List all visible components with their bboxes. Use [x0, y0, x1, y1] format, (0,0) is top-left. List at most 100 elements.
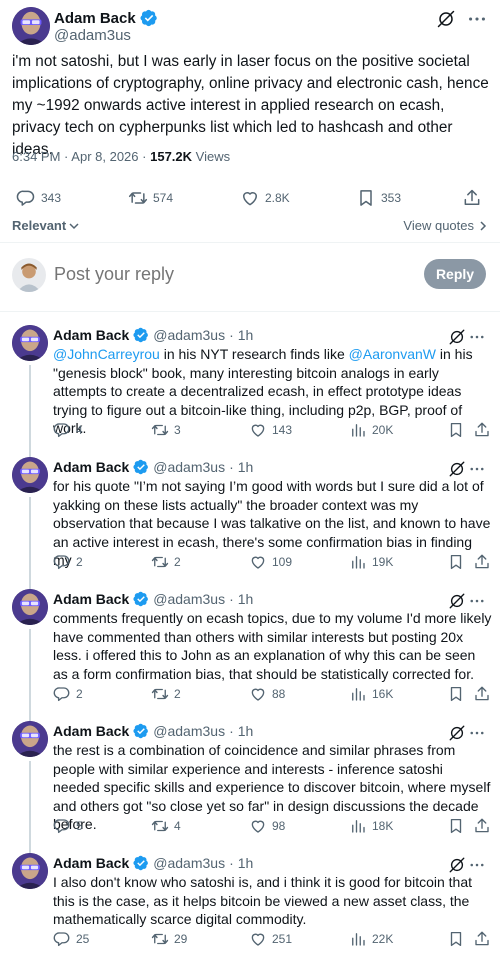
like-button[interactable]: 98	[249, 817, 285, 835]
share-button[interactable]	[473, 685, 491, 703]
verified-badge-icon	[133, 459, 149, 475]
mention-link[interactable]: @AaronvanW	[349, 346, 436, 362]
tweet-date[interactable]: Apr 8, 2026	[71, 149, 138, 164]
more-icon[interactable]	[466, 8, 488, 30]
grok-icon[interactable]	[448, 460, 466, 478]
author-avatar[interactable]	[12, 7, 50, 45]
reply-author-name[interactable]: Adam Back	[53, 327, 129, 343]
views-count: 19K	[372, 555, 394, 569]
share-button[interactable]	[473, 817, 491, 835]
reply-count: 5	[76, 819, 83, 833]
grok-icon[interactable]	[448, 592, 466, 610]
bookmark-button[interactable]	[447, 685, 465, 703]
author-name[interactable]: Adam Back	[54, 10, 136, 27]
bookmark-button[interactable]	[447, 421, 465, 439]
author-handle[interactable]: @adam3us	[54, 27, 131, 44]
grok-icon[interactable]	[448, 328, 466, 346]
reply-handle[interactable]: @adam3us	[153, 327, 225, 343]
divider	[0, 311, 500, 312]
grok-icon[interactable]	[448, 856, 466, 874]
like-button[interactable]: 88	[249, 685, 285, 703]
reply-author-name[interactable]: Adam Back	[53, 855, 129, 871]
views-button[interactable]: 19K	[349, 553, 393, 571]
sort-bar: Relevant View quotes	[12, 218, 488, 238]
reply-submit-button[interactable]: Reply	[424, 259, 486, 289]
reply-avatar[interactable]	[12, 325, 48, 361]
like-button[interactable]: 251	[249, 930, 292, 948]
views-button[interactable]: 18K	[349, 817, 393, 835]
like-count: 109	[272, 555, 293, 569]
retweet-icon	[151, 553, 169, 571]
reply-handle[interactable]: @adam3us	[153, 723, 225, 739]
reply-handle[interactable]: @adam3us	[153, 459, 225, 475]
share-icon	[462, 188, 482, 208]
reply-author-name[interactable]: Adam Back	[53, 459, 129, 475]
reply-actions: 4 3 143 20K	[53, 421, 493, 441]
like-count: 88	[272, 687, 286, 701]
verified-badge-icon	[140, 9, 158, 27]
share-button[interactable]	[473, 421, 491, 439]
reply-input[interactable]	[54, 264, 354, 285]
like-icon	[249, 930, 267, 948]
more-icon[interactable]	[468, 460, 486, 478]
like-count: 98	[272, 819, 286, 833]
sort-dropdown[interactable]: Relevant	[12, 218, 80, 233]
retweet-button[interactable]: 4	[151, 817, 181, 835]
reply-time[interactable]: 1h	[238, 327, 254, 343]
retweet-button[interactable]: 3	[151, 421, 181, 439]
views-icon	[349, 930, 367, 948]
meta-separator: ·	[142, 149, 147, 164]
reply-text-segment: in his NYT research finds like	[159, 346, 349, 362]
header-separator: ·	[229, 327, 234, 343]
share-button[interactable]	[473, 553, 491, 571]
reply-avatar[interactable]	[12, 853, 48, 889]
reply-author-name[interactable]: Adam Back	[53, 591, 129, 607]
more-icon[interactable]	[468, 328, 486, 346]
header-separator: ·	[229, 855, 234, 871]
reply-icon	[16, 188, 36, 208]
reply-handle[interactable]: @adam3us	[153, 855, 225, 871]
reply-header: Adam Back @adam3us · 1h	[53, 591, 253, 607]
reply-button[interactable]: 343	[16, 188, 61, 208]
like-button[interactable]: 143	[249, 421, 292, 439]
mention-link[interactable]: @JohnCarreyrou	[53, 346, 160, 362]
header-separator: ·	[229, 723, 234, 739]
bookmark-button[interactable]: 353	[356, 188, 401, 208]
share-button[interactable]	[473, 930, 491, 948]
like-button[interactable]: 2.8K	[240, 188, 290, 208]
retweet-button[interactable]: 574	[128, 188, 173, 208]
tweet-time[interactable]: 6:34 PM	[12, 149, 60, 164]
current-user-avatar[interactable]	[12, 258, 46, 292]
reply-time[interactable]: 1h	[238, 591, 254, 607]
reply-button[interactable]: 4	[53, 421, 83, 439]
reply-button[interactable]: 2	[53, 553, 83, 571]
grok-icon[interactable]	[436, 9, 456, 29]
retweet-button[interactable]: 29	[151, 930, 187, 948]
reply-button[interactable]: 2	[53, 685, 83, 703]
more-icon[interactable]	[468, 724, 486, 742]
reply-time[interactable]: 1h	[238, 855, 254, 871]
views-button[interactable]: 20K	[349, 421, 393, 439]
reply-avatar[interactable]	[12, 721, 48, 757]
like-button[interactable]: 109	[249, 553, 292, 571]
reply-avatar[interactable]	[12, 589, 48, 625]
retweet-button[interactable]: 2	[151, 553, 181, 571]
views-button[interactable]: 16K	[349, 685, 393, 703]
retweet-button[interactable]: 2	[151, 685, 181, 703]
bookmark-button[interactable]	[447, 817, 465, 835]
reply-time[interactable]: 1h	[238, 459, 254, 475]
share-button[interactable]	[462, 188, 482, 208]
bookmark-button[interactable]	[447, 930, 465, 948]
reply-avatar[interactable]	[12, 457, 48, 493]
more-icon[interactable]	[468, 856, 486, 874]
views-button[interactable]: 22K	[349, 930, 393, 948]
reply-handle[interactable]: @adam3us	[153, 591, 225, 607]
view-quotes-link[interactable]: View quotes	[403, 218, 488, 233]
reply-time[interactable]: 1h	[238, 723, 254, 739]
reply-button[interactable]: 25	[53, 930, 89, 948]
bookmark-button[interactable]	[447, 553, 465, 571]
grok-icon[interactable]	[448, 724, 466, 742]
reply-button[interactable]: 5	[53, 817, 83, 835]
more-icon[interactable]	[468, 592, 486, 610]
reply-author-name[interactable]: Adam Back	[53, 723, 129, 739]
